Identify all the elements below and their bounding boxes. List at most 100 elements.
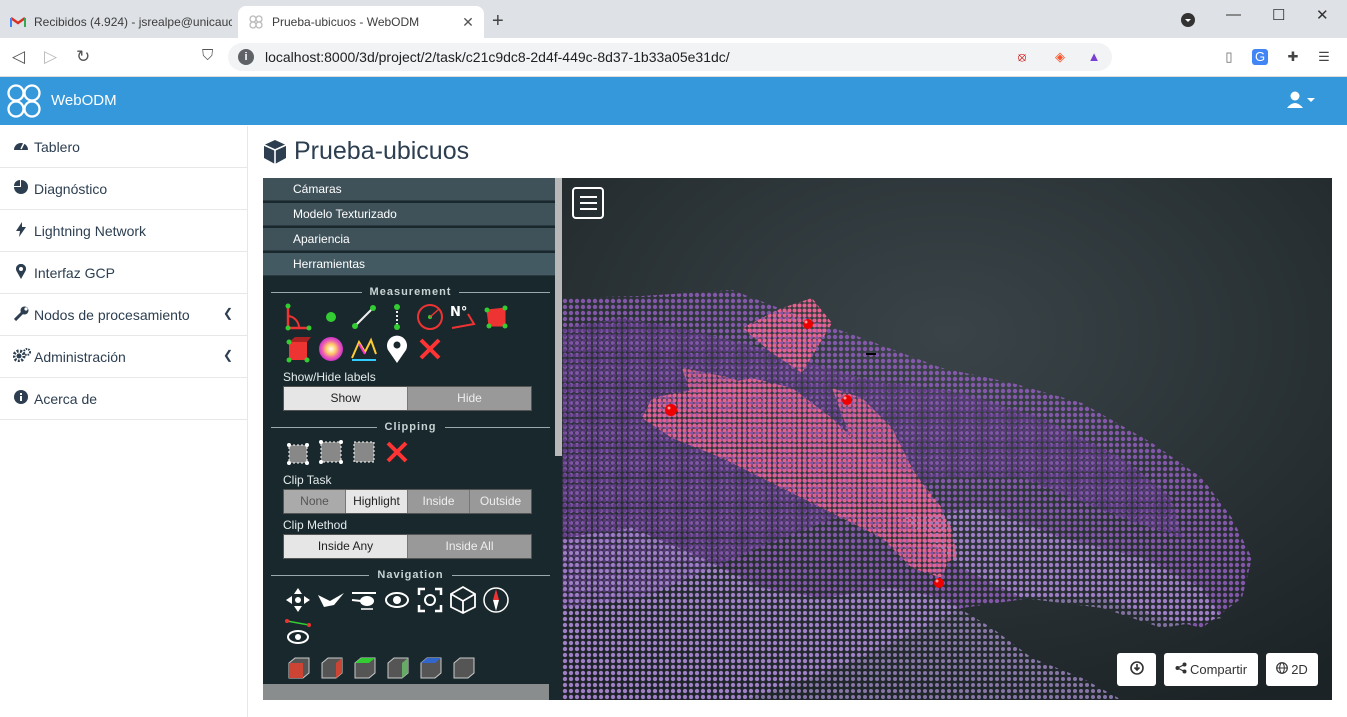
clip-task-outside-button[interactable]: Outside <box>470 490 531 513</box>
clip-method-inside-any-button[interactable]: Inside Any <box>284 535 408 558</box>
menu-icon[interactable]: ☰ <box>1316 49 1332 65</box>
remove-clipping-icon[interactable] <box>382 437 412 467</box>
camera-blocked-icon[interactable]: ⦻ <box>1014 49 1030 65</box>
labels-hide-button[interactable]: Hide <box>408 387 531 410</box>
chevron-left-icon[interactable]: ❮ <box>223 348 233 362</box>
front-view-icon[interactable] <box>316 653 346 683</box>
minimize-icon[interactable]: — <box>1226 6 1241 23</box>
globe-icon <box>1276 662 1289 677</box>
panel-scrollbar-track <box>263 684 549 700</box>
clip-screen-box-icon[interactable] <box>349 437 379 467</box>
viewer-menu-button[interactable] <box>572 187 604 219</box>
sidebar-item-label: Administración <box>34 348 126 365</box>
left-view-icon[interactable] <box>283 653 313 683</box>
close-window-icon[interactable]: ✕ <box>1316 6 1329 24</box>
sidebar-item-tablero[interactable]: Tablero <box>0 126 247 168</box>
focus-icon[interactable] <box>415 585 445 615</box>
clip-method-inside-all-button[interactable]: Inside All <box>408 535 531 558</box>
sphere-volume-tool-icon[interactable] <box>316 334 346 364</box>
sidebar-item-label: Diagnóstico <box>34 180 108 197</box>
bookmark-icon[interactable]: ⛉ <box>202 47 213 64</box>
accordion-herramientas[interactable]: Herramientas <box>263 253 556 276</box>
camera-animation-icon[interactable] <box>283 617 313 647</box>
point-tool-icon[interactable] <box>316 302 346 332</box>
chevron-left-icon[interactable]: ❮ <box>223 306 233 320</box>
back-icon[interactable]: ◁ <box>12 47 25 67</box>
clip-task-none-button[interactable]: None <box>284 490 346 513</box>
sidebar-item-diagnostico[interactable]: Diagnóstico <box>0 168 247 210</box>
compass-icon[interactable] <box>481 585 511 615</box>
browser-tab-gmail[interactable]: Recibidos (4.924) - jsrealpe@unicauca <box>0 6 232 38</box>
accordion-apariencia[interactable]: Apariencia <box>263 228 556 251</box>
accordion-modelo-texturizado[interactable]: Modelo Texturizado <box>263 203 556 226</box>
webodm-icon <box>248 14 264 30</box>
sidebar-item-nodos-de-procesamiento[interactable]: Nodos de procesamiento ❮ <box>0 294 247 336</box>
webodm-logo-icon[interactable] <box>6 83 42 119</box>
download-button[interactable] <box>1117 653 1156 686</box>
brand-name[interactable]: WebODM <box>51 92 117 109</box>
distance-tool-icon[interactable] <box>349 302 379 332</box>
url-text: localhost:8000/3d/project/2/task/c21c9dc… <box>265 49 730 65</box>
pointcloud-canvas[interactable] <box>562 178 1332 700</box>
page-title: Prueba-ubicuos <box>262 137 469 166</box>
annotation-tool-icon[interactable] <box>382 334 412 364</box>
brave-shield-icon[interactable]: ◈ <box>1052 49 1068 65</box>
close-tab-icon[interactable]: ✕ <box>458 14 478 31</box>
profile-tool-icon[interactable] <box>349 334 379 364</box>
new-tab-icon[interactable]: + <box>492 10 504 33</box>
right-view-icon[interactable] <box>382 653 412 683</box>
navigation-header-text: Navigation <box>377 569 444 581</box>
user-menu-icon[interactable] <box>1287 91 1317 113</box>
sidebar-item-acerca-de[interactable]: Acerca de <box>0 378 247 420</box>
browser-tab-webodm[interactable]: Prueba-ubicuos - WebODM ✕ <box>238 6 484 38</box>
navigation-header: Navigation <box>271 569 550 581</box>
accordion-camaras[interactable]: Cámaras <box>263 178 556 201</box>
address-bar[interactable]: i localhost:8000/3d/project/2/task/c21c9… <box>228 43 1112 71</box>
earth-control-icon[interactable] <box>283 585 313 615</box>
labels-show-button[interactable]: Show <box>284 387 408 410</box>
share-button[interactable]: Compartir <box>1164 653 1258 686</box>
translate-icon[interactable]: G <box>1252 49 1268 65</box>
angle-tool-icon[interactable] <box>283 302 313 332</box>
circle-tool-icon[interactable] <box>415 302 445 332</box>
pointcloud-viewer[interactable]: Compartir 2D <box>562 178 1332 700</box>
maximize-icon[interactable]: ☐ <box>1272 6 1285 24</box>
view-2d-button[interactable]: 2D <box>1266 653 1318 686</box>
clip-task-highlight-button[interactable]: Highlight <box>346 490 408 513</box>
reload-icon[interactable]: ↻ <box>76 47 90 67</box>
height-tool-icon[interactable] <box>382 302 412 332</box>
panel-scrollbar[interactable] <box>555 178 562 456</box>
cogs-icon <box>12 348 31 365</box>
site-info-icon[interactable]: i <box>238 49 254 65</box>
back-view-icon[interactable] <box>415 653 445 683</box>
sidebar-item-label: Interfaz GCP <box>34 264 115 281</box>
navigation-cube-icon[interactable] <box>448 585 478 615</box>
sidebar-item-lightning-network[interactable]: Lightning Network <box>0 210 247 252</box>
sidebar-item-administracion[interactable]: Administración ❮ <box>0 336 247 378</box>
reader-mode-icon[interactable]: ▯ <box>1221 49 1237 65</box>
svg-text:N°: N° <box>450 305 467 320</box>
measurement-header: Measurement <box>271 286 550 298</box>
download-icon <box>1129 661 1144 678</box>
profile-dropdown-icon[interactable] <box>1180 12 1196 32</box>
clip-method-toggle: Inside Any Inside All <box>283 534 532 559</box>
bottom-view-icon[interactable] <box>448 653 478 683</box>
forward-icon[interactable]: ▷ <box>44 47 57 67</box>
helicopter-control-icon[interactable] <box>349 585 379 615</box>
measurement-tools: N° <box>263 302 543 366</box>
fly-control-icon[interactable] <box>316 585 346 615</box>
clip-task-title: Clip Task <box>283 473 332 487</box>
sidebar-item-interfaz-gcp[interactable]: Interfaz GCP <box>0 252 247 294</box>
azimuth-tool-icon[interactable]: N° <box>448 302 478 332</box>
volume-tool-icon[interactable] <box>283 334 313 364</box>
orbit-control-icon[interactable] <box>382 585 412 615</box>
clip-task-inside-button[interactable]: Inside <box>408 490 470 513</box>
clip-volume-icon[interactable] <box>283 437 313 467</box>
clip-polygon-icon[interactable] <box>316 437 346 467</box>
remove-measurements-icon[interactable] <box>415 334 445 364</box>
labels-toggle: Show Hide <box>283 386 532 411</box>
brave-rewards-icon[interactable]: ▲ <box>1086 49 1102 65</box>
top-view-icon[interactable] <box>349 653 379 683</box>
extensions-icon[interactable]: ✚ <box>1285 49 1301 65</box>
area-tool-icon[interactable] <box>481 302 511 332</box>
